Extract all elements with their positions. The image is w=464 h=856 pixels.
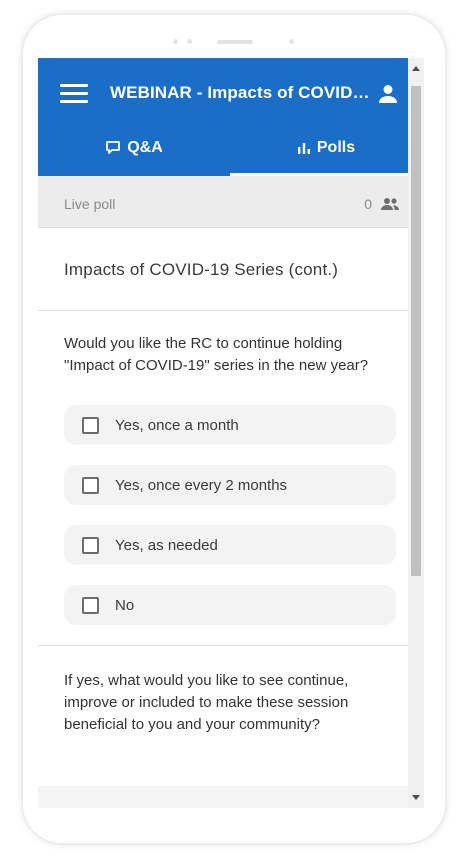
checkbox[interactable] — [82, 416, 99, 434]
option-label: Yes, once every 2 months — [115, 476, 288, 494]
checkbox[interactable] — [82, 536, 99, 554]
participant-count: 0 — [364, 196, 372, 212]
notch-speaker — [217, 40, 253, 44]
poll-title: Impacts of COVID-19 Series (cont.) — [64, 260, 339, 279]
answer-options: Yes, once a month Yes, once every 2 mont… — [64, 405, 396, 625]
option-no[interactable]: No — [64, 585, 396, 625]
checkbox[interactable] — [82, 476, 99, 494]
option-label: Yes, as needed — [115, 536, 218, 554]
scrollbar[interactable] — [408, 58, 424, 808]
event-title: WEBINAR - Impacts of COVID-19 Series (co… — [110, 83, 370, 102]
people-icon — [381, 198, 399, 210]
scroll-up-arrow-icon[interactable] — [412, 66, 420, 71]
poll-title-card: Impacts of COVID-19 Series (cont.) — [38, 228, 422, 311]
app-screen: WEBINAR - Impacts of COVID-19 Series (co… — [38, 58, 424, 808]
user-icon[interactable] — [376, 82, 400, 106]
option-label: No — [115, 596, 135, 614]
bar-chart-icon — [297, 141, 311, 155]
tab-qa[interactable]: Q&A — [38, 128, 230, 176]
option-as-needed[interactable]: Yes, as needed — [64, 525, 396, 565]
question-text: If yes, what would you like to see conti… — [64, 672, 349, 733]
poll-question: Would you like the RC to continue holdin… — [38, 311, 422, 646]
hamburger-menu-icon[interactable] — [60, 84, 88, 104]
tab-polls-label: Polls — [316, 139, 356, 156]
chat-bubble-icon — [105, 140, 121, 156]
tab-bar: Q&A Polls — [38, 128, 422, 176]
scroll-content: WEBINAR - Impacts of COVID-19 Series (co… — [38, 58, 422, 808]
scroll-down-arrow-icon[interactable] — [412, 795, 420, 800]
option-once-every-2-months[interactable]: Yes, once every 2 months — [64, 465, 396, 505]
notch-dot — [187, 39, 192, 44]
tab-qa-label: Q&A — [127, 139, 163, 156]
tab-polls[interactable]: Polls — [230, 128, 422, 176]
question-text: Would you like the RC to continue holdin… — [64, 335, 369, 374]
option-label: Yes, once a month — [115, 416, 239, 434]
checkbox[interactable] — [82, 596, 99, 614]
scrollbar-thumb[interactable] — [411, 86, 421, 576]
app-header: WEBINAR - Impacts of COVID-19 Series (co… — [38, 58, 422, 176]
live-poll-bar: Live poll 0 — [38, 176, 422, 228]
top-bar: WEBINAR - Impacts of COVID-19 Series (co… — [38, 58, 422, 128]
live-poll-label: Live poll — [64, 196, 116, 212]
notch-dot — [173, 39, 178, 44]
option-once-a-month[interactable]: Yes, once a month — [64, 405, 396, 445]
phone-notch — [23, 37, 445, 47]
poll-question: If yes, what would you like to see conti… — [38, 646, 422, 786]
notch-dot — [289, 39, 294, 44]
